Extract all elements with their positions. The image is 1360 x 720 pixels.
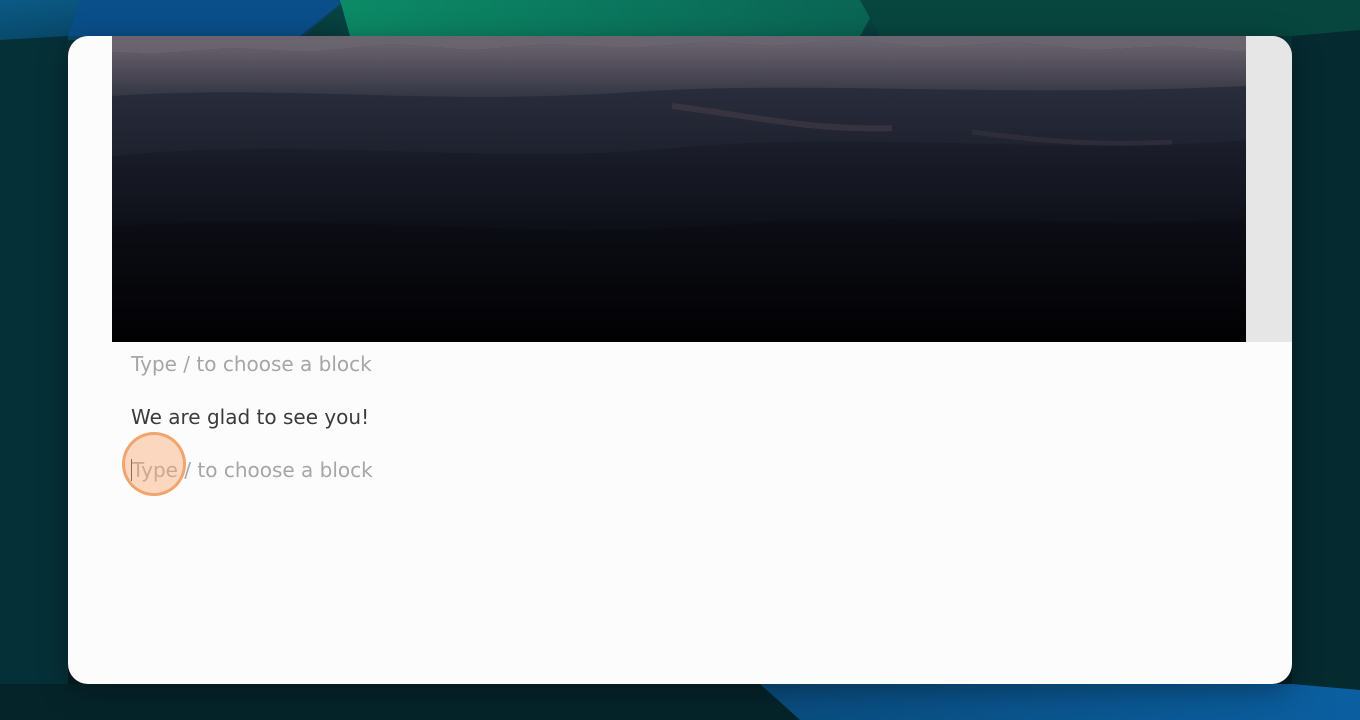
active-block-placeholder: Type / to choose a block: [132, 458, 373, 482]
mountain-forest-illustration: [112, 36, 1246, 342]
paragraph-block[interactable]: We are glad to see you!: [131, 403, 369, 431]
cover-gutter: [1246, 36, 1292, 342]
active-block-input[interactable]: Type / to choose a block: [131, 456, 373, 484]
cover-image: [112, 36, 1246, 342]
editor-window: Type / to choose a block We are glad to …: [68, 36, 1292, 684]
empty-block-placeholder[interactable]: Type / to choose a block: [131, 350, 372, 378]
